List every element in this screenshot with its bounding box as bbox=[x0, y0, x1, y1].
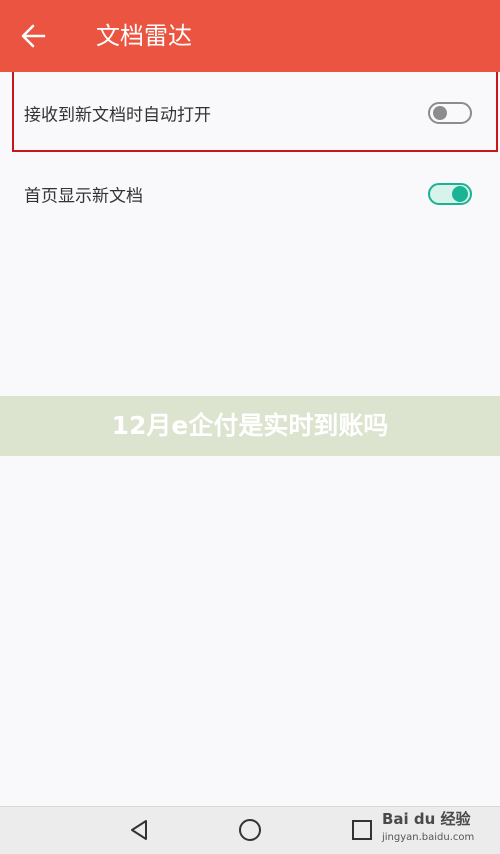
show-on-home-toggle[interactable] bbox=[428, 183, 472, 205]
arrow-left-icon bbox=[21, 24, 46, 48]
watermark-logo-text: Bai du 经验 bbox=[382, 810, 471, 828]
setting-row-show-on-home[interactable]: 首页显示新文档 bbox=[0, 154, 500, 234]
nav-home-button[interactable] bbox=[237, 817, 263, 843]
nav-recent-button[interactable] bbox=[349, 817, 375, 843]
baidu-jingyan-watermark: Bai du 经验 jingyan.baidu.com bbox=[382, 808, 496, 850]
circle-home-icon bbox=[239, 819, 261, 841]
setting-label-show-on-home: 首页显示新文档 bbox=[24, 186, 143, 207]
app-bar: 文档雷达 bbox=[0, 0, 500, 72]
auto-open-toggle[interactable] bbox=[428, 102, 472, 124]
nav-back-button[interactable] bbox=[126, 817, 152, 843]
square-recent-icon bbox=[352, 820, 372, 840]
triangle-back-icon bbox=[131, 820, 147, 840]
back-button[interactable] bbox=[18, 20, 50, 52]
setting-row-auto-open[interactable]: 接收到新文档时自动打开 bbox=[0, 72, 500, 154]
toggle-knob bbox=[452, 186, 468, 202]
overlay-banner-text: 12月e企付是实时到账吗 bbox=[111, 411, 389, 440]
page-title: 文档雷达 bbox=[96, 22, 192, 50]
watermark-url-text: jingyan.baidu.com bbox=[382, 832, 475, 843]
overlay-banner: 12月e企付是实时到账吗 bbox=[0, 396, 500, 456]
setting-label-auto-open: 接收到新文档时自动打开 bbox=[24, 105, 211, 126]
toggle-knob bbox=[433, 106, 447, 120]
